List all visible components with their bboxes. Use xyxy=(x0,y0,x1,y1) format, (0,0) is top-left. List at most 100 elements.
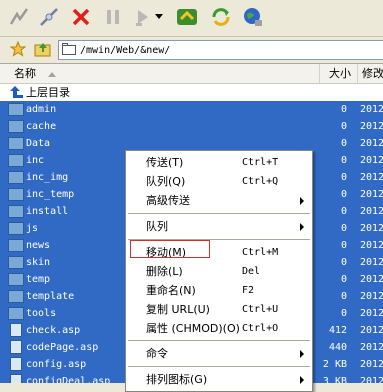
up-directory-row[interactable]: 上层目录 xyxy=(0,84,383,101)
column-name-header[interactable]: 名称 xyxy=(0,64,320,83)
menu-item-shortcut: Ctrl+T xyxy=(242,157,279,168)
folder-icon xyxy=(8,171,24,184)
up-arrow-icon xyxy=(8,86,24,99)
globe-icon[interactable] xyxy=(238,3,268,31)
file-modified: 2012 xyxy=(360,138,383,149)
sync-icon[interactable] xyxy=(172,3,202,31)
menu-item[interactable]: 属性 (CHMOD)(O) Ctrl+O xyxy=(126,319,312,338)
connect-icon[interactable] xyxy=(4,3,34,31)
menu-item[interactable]: 传送(T) Ctrl+T xyxy=(126,153,312,172)
address-input[interactable]: /mwin/Web/&new/ xyxy=(58,40,383,60)
menu-item-label: 队列 xyxy=(146,220,168,233)
file-modified: 2012 xyxy=(360,172,383,183)
menu-item[interactable]: 删除(L) Del xyxy=(126,262,312,281)
file-name: configDeal.asp xyxy=(26,376,111,383)
menu-item-label: 重命名(N) xyxy=(146,284,196,297)
file-size: 0 xyxy=(340,274,347,285)
file-name: inc_img xyxy=(26,172,69,183)
file-name: news xyxy=(26,240,51,251)
column-name-label: 名称 xyxy=(14,67,36,80)
menu-item[interactable]: 排列图标(G) xyxy=(126,370,312,389)
pause-icon[interactable] xyxy=(98,3,128,31)
file-name: js xyxy=(26,223,39,234)
file-modified: 2012 xyxy=(360,308,383,319)
file-name: Data xyxy=(26,138,51,149)
folder-icon xyxy=(8,273,24,286)
dropdown-arrow-icon[interactable] xyxy=(152,3,166,31)
menu-item-label: 复制 URL(U) xyxy=(146,303,210,316)
sort-up-icon xyxy=(47,65,56,84)
menu-item-shortcut: Ctrl+Q xyxy=(242,176,279,187)
menu-item-label: 队列(Q) xyxy=(146,175,186,188)
menu-item-label: 删除(L) xyxy=(146,265,183,278)
folder-icon xyxy=(8,154,24,167)
folder-icon xyxy=(62,42,76,58)
file-size: 3 KB xyxy=(322,376,347,383)
folder-icon xyxy=(8,222,24,235)
menu-item-label: 传送(T) xyxy=(146,156,184,169)
column-size-label: 大小 xyxy=(329,67,351,80)
file-modified: 2012 xyxy=(360,240,383,251)
folder-icon xyxy=(8,256,24,269)
file-modified: 2012 xyxy=(360,291,383,302)
file-modified: 2012 xyxy=(360,189,383,200)
menu-item[interactable]: 高级传送 xyxy=(126,191,312,210)
file-size: 0 xyxy=(340,189,347,200)
file-name: temp xyxy=(26,274,51,285)
file-modified: 2012 xyxy=(360,121,383,132)
folder-icon xyxy=(8,239,24,252)
folder-icon xyxy=(8,290,24,303)
file-name: inc_temp xyxy=(26,189,75,200)
file-size: 0 xyxy=(340,104,347,115)
file-icon xyxy=(10,357,22,371)
menu-item[interactable]: 队列(Q) Ctrl+Q xyxy=(126,172,312,191)
file-icon xyxy=(10,340,22,354)
file-modified: 2012 xyxy=(360,155,383,166)
highlight-box xyxy=(130,240,210,258)
column-modified-header[interactable]: 修改 xyxy=(358,64,383,83)
star-bookmark-icon[interactable] xyxy=(9,40,27,60)
file-modified: 2012 xyxy=(360,359,383,370)
file-name: tools xyxy=(26,308,57,319)
file-name: cache xyxy=(26,121,57,132)
menu-item[interactable]: 命令 xyxy=(126,344,312,363)
file-modified: 2012 xyxy=(360,325,383,336)
menu-item-label: 高级传送 xyxy=(146,194,190,207)
menu-item-shortcut: F2 xyxy=(242,285,255,296)
file-size: 0 xyxy=(340,308,347,319)
file-size: 0 xyxy=(340,121,347,132)
submenu-arrow-icon xyxy=(300,223,304,231)
file-name: codePage.asp xyxy=(26,342,99,353)
disconnect-icon[interactable] xyxy=(34,3,64,31)
file-name: install xyxy=(26,206,69,217)
file-size: 0 xyxy=(340,257,347,268)
folder-icon xyxy=(8,205,24,218)
up-folder-icon[interactable] xyxy=(34,41,52,60)
folder-icon xyxy=(8,188,24,201)
file-name: admin xyxy=(26,104,57,115)
file-size: 440 xyxy=(328,342,347,353)
menu-item-label: 命令 xyxy=(146,347,168,360)
file-modified: 2012 xyxy=(360,274,383,285)
file-row[interactable]: cache 0 2012 xyxy=(0,118,383,135)
file-row[interactable]: admin 0 2012 xyxy=(0,101,383,118)
menu-item-shortcut: Del xyxy=(242,266,261,277)
menu-item[interactable]: 复制 URL(U) Ctrl+U xyxy=(126,300,312,319)
menu-separator xyxy=(128,366,310,367)
column-size-header[interactable]: 大小 xyxy=(320,64,358,83)
stop-icon[interactable] xyxy=(66,3,96,31)
address-bar: /mwin/Web/&new/ xyxy=(0,37,383,64)
address-path: /mwin/Web/&new/ xyxy=(80,44,171,56)
menu-item[interactable]: 重命名(N) F2 xyxy=(126,281,312,300)
file-size: 0 xyxy=(340,291,347,302)
refresh-icon[interactable] xyxy=(206,3,236,31)
menu-item[interactable]: 队列 xyxy=(126,217,312,236)
file-modified: 2012 xyxy=(360,376,383,383)
up-directory-label: 上层目录 xyxy=(26,86,70,99)
file-size: 0 xyxy=(340,172,347,183)
file-size: 0 xyxy=(340,240,347,251)
file-size: 0 xyxy=(340,138,347,149)
file-name: template xyxy=(26,291,75,302)
file-size: 0 xyxy=(340,206,347,217)
file-size: 0 xyxy=(340,155,347,166)
